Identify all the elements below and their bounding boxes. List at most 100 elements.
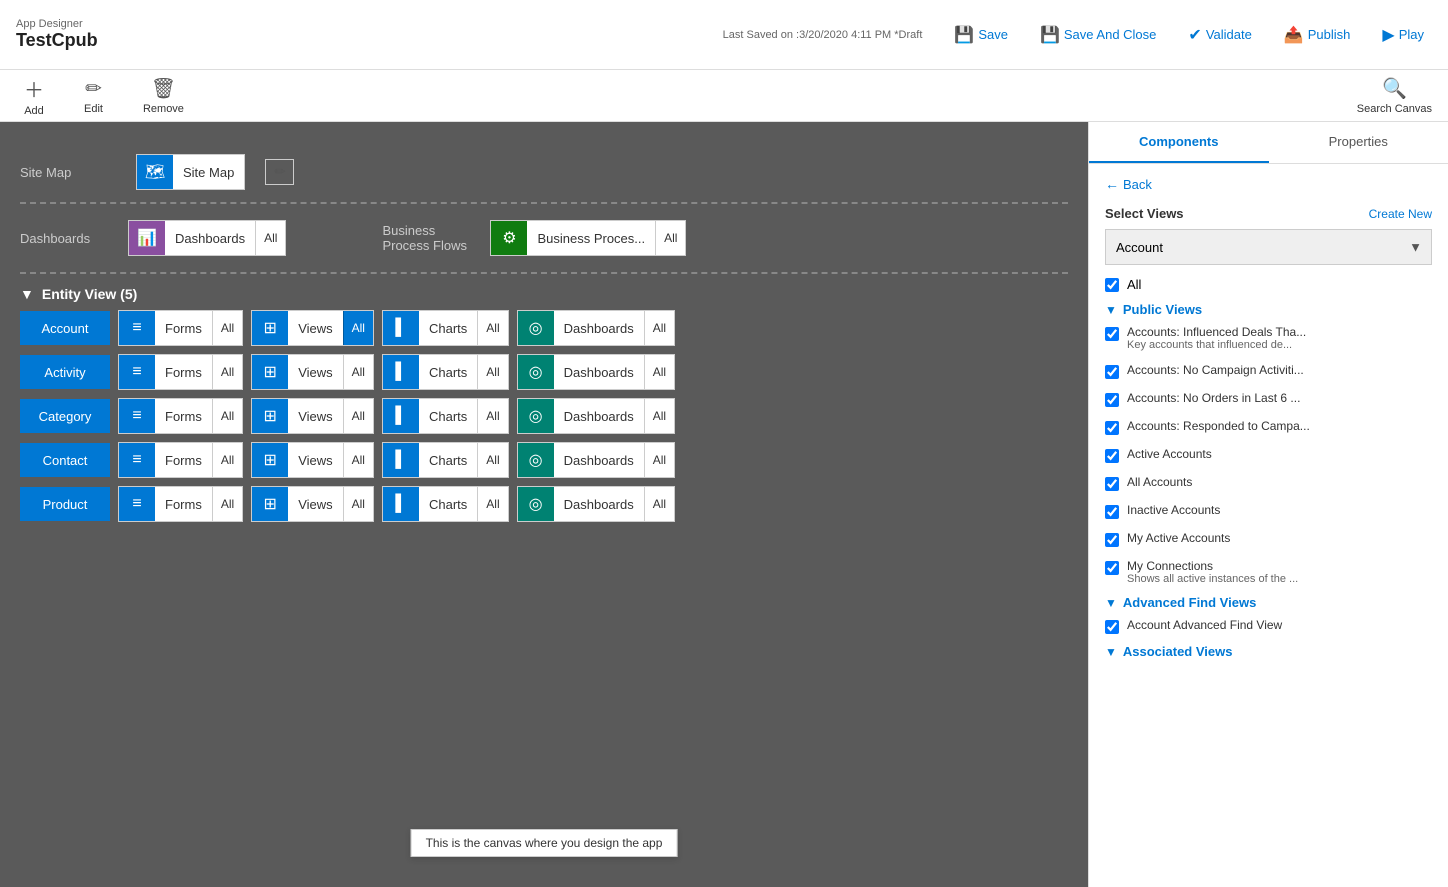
publish-icon: 📤 <box>1284 25 1304 45</box>
entity-contact-button[interactable]: Contact <box>20 443 110 477</box>
forms-all[interactable]: All <box>212 355 242 389</box>
forms-all[interactable]: All <box>212 487 242 521</box>
forms-all[interactable]: All <box>212 311 242 345</box>
view-checkbox[interactable] <box>1105 620 1119 634</box>
view-checkbox[interactable] <box>1105 449 1119 463</box>
entity-product-forms-component[interactable]: ≡FormsAll <box>118 486 243 522</box>
save-button[interactable]: 💾 Save <box>946 21 1016 49</box>
dashboards-all[interactable]: All <box>644 399 674 433</box>
entity-product-button[interactable]: Product <box>20 487 110 521</box>
dashboards-all[interactable]: All <box>644 487 674 521</box>
remove-button[interactable]: 🗑 Remove <box>135 72 192 119</box>
add-button[interactable]: ＋ Add <box>16 70 52 121</box>
views-all[interactable]: All <box>343 399 373 433</box>
tab-properties[interactable]: Properties <box>1269 122 1448 163</box>
bpf-component[interactable]: ⚙ Business Proces... All <box>490 220 686 256</box>
entity-view-chevron[interactable]: ▼ <box>20 286 34 302</box>
entity-contact-charts-component[interactable]: ▌ChartsAll <box>382 442 509 478</box>
forms-icon: ≡ <box>119 311 155 345</box>
back-button[interactable]: ← Back <box>1105 176 1152 192</box>
associated-views-header[interactable]: ▼ Associated Views <box>1105 644 1432 659</box>
panel-tabs: Components Properties <box>1089 122 1448 164</box>
validate-button[interactable]: ✔ Validate <box>1180 21 1259 49</box>
charts-all[interactable]: All <box>477 487 507 521</box>
entity-activity-button[interactable]: Activity <box>20 355 110 389</box>
tab-components[interactable]: Components <box>1089 122 1269 163</box>
entity-account-dashboards-component[interactable]: ◎DashboardsAll <box>517 310 675 346</box>
view-checkbox[interactable] <box>1105 561 1119 575</box>
views-icon: ⊞ <box>252 399 288 433</box>
entity-category-forms-component[interactable]: ≡FormsAll <box>118 398 243 434</box>
site-map-name: Site Map <box>173 165 244 180</box>
charts-all[interactable]: All <box>477 399 507 433</box>
views-label: Views <box>288 497 342 512</box>
view-checkbox[interactable] <box>1105 477 1119 491</box>
entity-activity-forms-component[interactable]: ≡FormsAll <box>118 354 243 390</box>
view-checkbox[interactable] <box>1105 505 1119 519</box>
entity-account-forms-component[interactable]: ≡FormsAll <box>118 310 243 346</box>
view-label: Account Advanced Find View <box>1127 618 1282 632</box>
dashboards-section: Dashboards 📊 Dashboards All <box>20 220 286 256</box>
play-button[interactable]: ▶ Play <box>1374 21 1432 49</box>
entity-product-views-component[interactable]: ⊞ViewsAll <box>251 486 374 522</box>
view-label: Inactive Accounts <box>1127 503 1220 517</box>
entity-category-button[interactable]: Category <box>20 399 110 433</box>
entity-account-button[interactable]: Account <box>20 311 110 345</box>
entity-contact-dashboards-component[interactable]: ◎DashboardsAll <box>517 442 675 478</box>
entity-activity-dashboards-component[interactable]: ◎DashboardsAll <box>517 354 675 390</box>
view-checkbox[interactable] <box>1105 365 1119 379</box>
entity-product-dashboards-component[interactable]: ◎DashboardsAll <box>517 486 675 522</box>
entity-contact-forms-component[interactable]: ≡FormsAll <box>118 442 243 478</box>
entity-category-dashboards-component[interactable]: ◎DashboardsAll <box>517 398 675 434</box>
views-all[interactable]: All <box>343 443 373 477</box>
search-canvas-area[interactable]: 🔍 Search Canvas <box>1357 76 1432 115</box>
entity-product-charts-component[interactable]: ▌ChartsAll <box>382 486 509 522</box>
entity-category-views-component[interactable]: ⊞ViewsAll <box>251 398 374 434</box>
entity-category-charts-component[interactable]: ▌ChartsAll <box>382 398 509 434</box>
entity-account-charts-component[interactable]: ▌ChartsAll <box>382 310 509 346</box>
panel-content: ← Back Select Views Create New Account A… <box>1089 164 1448 887</box>
view-checkbox[interactable] <box>1105 393 1119 407</box>
dashboards-icon: ◎ <box>518 311 554 345</box>
all-checkbox[interactable] <box>1105 278 1119 292</box>
site-map-edit-button[interactable]: ✏ <box>265 159 294 185</box>
view-checkbox[interactable] <box>1105 327 1119 341</box>
save-close-label: Save And Close <box>1064 27 1157 42</box>
dashboards-all[interactable]: All <box>644 443 674 477</box>
views-label: Views <box>288 453 342 468</box>
create-new-link[interactable]: Create New <box>1369 207 1432 221</box>
dashboards-all[interactable]: All <box>644 355 674 389</box>
account-dropdown[interactable]: Account Activity Category Contact Produc… <box>1105 229 1432 265</box>
dashboards-all[interactable]: All <box>255 221 285 255</box>
views-all[interactable]: All <box>343 355 373 389</box>
bpf-all[interactable]: All <box>655 221 685 255</box>
view-checkbox[interactable] <box>1105 421 1119 435</box>
views-all[interactable]: All <box>343 487 373 521</box>
entity-activity-charts-component[interactable]: ▌ChartsAll <box>382 354 509 390</box>
advanced-find-views-list: Account Advanced Find View <box>1105 616 1432 636</box>
forms-all[interactable]: All <box>212 443 242 477</box>
view-checkbox[interactable] <box>1105 533 1119 547</box>
view-label: Accounts: No Orders in Last 6 ... <box>1127 391 1300 405</box>
entity-activity-views-component[interactable]: ⊞ViewsAll <box>251 354 374 390</box>
advanced-find-views-header[interactable]: ▼ Advanced Find Views <box>1105 595 1432 610</box>
header-right: Last Saved on :3/20/2020 4:11 PM *Draft … <box>723 21 1432 49</box>
forms-all[interactable]: All <box>212 399 242 433</box>
publish-button[interactable]: 📤 Publish <box>1276 21 1359 49</box>
charts-all[interactable]: All <box>477 311 507 345</box>
save-close-button[interactable]: 💾 Save And Close <box>1032 21 1164 49</box>
edit-button[interactable]: ✏ Edit <box>76 72 111 119</box>
dashboards-label: Dashboards <box>554 497 644 512</box>
views-all[interactable]: All <box>343 311 373 345</box>
charts-all[interactable]: All <box>477 443 507 477</box>
entity-contact-views-component[interactable]: ⊞ViewsAll <box>251 442 374 478</box>
public-views-header[interactable]: ▼ Public Views <box>1105 302 1432 317</box>
associated-views-chevron: ▼ <box>1105 645 1117 659</box>
dashboards-component[interactable]: 📊 Dashboards All <box>128 220 286 256</box>
view-sublabel: Shows all active instances of the ... <box>1127 573 1298 585</box>
site-map-component[interactable]: 🗺 Site Map <box>136 154 245 190</box>
dashboards-all[interactable]: All <box>644 311 674 345</box>
entity-account-views-component[interactable]: ⊞ViewsAll <box>251 310 374 346</box>
charts-all[interactable]: All <box>477 355 507 389</box>
select-views-label: Select Views <box>1105 206 1184 221</box>
